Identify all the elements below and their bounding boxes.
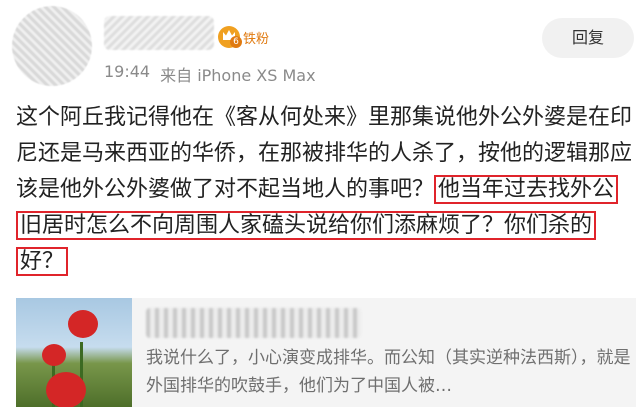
post-body: 这个阿丘我记得他在《客从何处来》里那集说他外公外婆是在印尼还是马来西亚的华侨，在… <box>16 100 632 280</box>
badge-label: 铁粉 <box>243 31 270 47</box>
repost-card[interactable]: 我说什么了，小心演变成排华。而公知（其实逆种法西斯），就是外国排华的吹鼓手，他们… <box>16 298 636 407</box>
user-avatar[interactable] <box>12 6 92 86</box>
badge-level: 6 <box>230 36 242 48</box>
red-flower <box>46 372 86 407</box>
red-flower <box>68 310 98 338</box>
repost-thumbnail[interactable] <box>16 298 132 407</box>
post-time: 19:44 <box>104 62 151 81</box>
repost-author-blurred <box>146 308 361 338</box>
post-source: 来自 iPhone XS Max <box>160 66 316 85</box>
username-blurred[interactable] <box>104 16 214 50</box>
post-meta: 19:44 来自 iPhone XS Max <box>104 62 316 86</box>
crown-fan-badge-icon: 6 <box>218 26 242 48</box>
repost-text: 我说什么了，小心演变成排华。而公知（其实逆种法西斯），就是外国排华的吹鼓手，他们… <box>146 348 631 396</box>
reply-button[interactable]: 回复 <box>542 18 634 58</box>
fan-badge: 6 铁粉 <box>218 26 269 48</box>
red-flower <box>42 344 66 366</box>
